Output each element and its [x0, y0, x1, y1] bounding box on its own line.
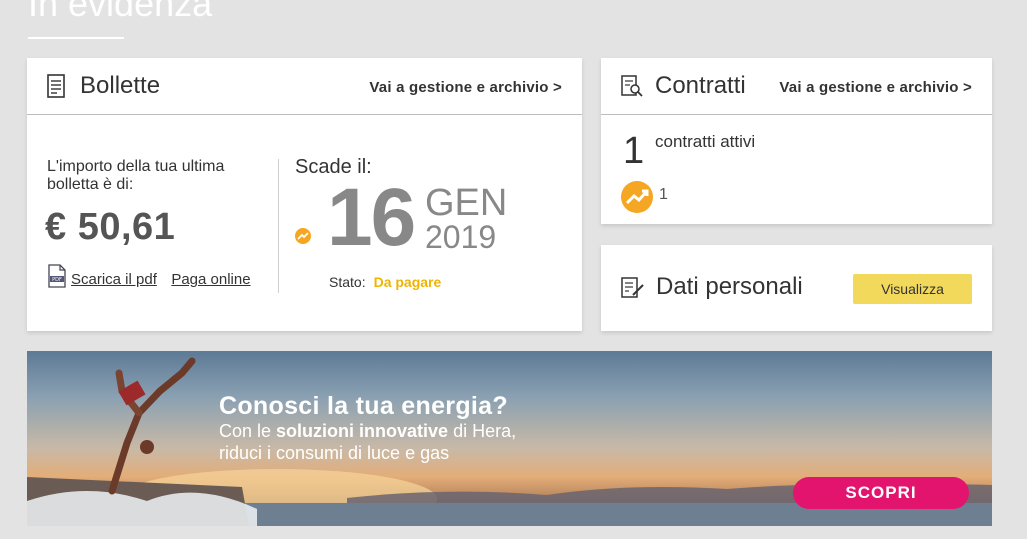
banner-line1-suffix: di Hera,: [448, 421, 517, 441]
banner-line1-prefix: Con le: [219, 421, 277, 441]
download-pdf-link[interactable]: Scarica il pdf: [71, 271, 157, 288]
pdf-icon[interactable]: PDF: [47, 264, 67, 288]
due-year: 2019: [425, 219, 497, 255]
banner-line1: Con le soluzioni innovative di Hera,: [219, 421, 516, 442]
active-contracts-count: 1: [623, 130, 645, 172]
dati-personali-card: Dati personali Visualizza: [601, 245, 992, 331]
page-title: In evidenza: [28, 0, 213, 24]
status-badge: Da pagare: [373, 274, 442, 290]
active-contracts-label: contratti attivi: [655, 132, 756, 151]
dati-personali-title: Dati personali: [656, 273, 803, 300]
status-label: Stato:: [329, 274, 366, 290]
bollette-header: Bollette Vai a gestione e archivio >: [27, 58, 582, 115]
banner-headline: Conosci la tua energia?: [219, 392, 508, 420]
contratti-title: Contratti: [655, 72, 746, 99]
bollette-card: Bollette Vai a gestione e archivio > L'i…: [27, 58, 582, 331]
amount-value: € 50,61: [45, 206, 176, 248]
bollette-archive-link[interactable]: Vai a gestione e archivio >: [369, 79, 562, 96]
contratti-card: Contratti Vai a gestione e archivio > 1 …: [601, 58, 992, 224]
status-row: Stato: Da pagare: [329, 274, 441, 290]
edit-document-icon: [621, 277, 644, 298]
contratti-header: Contratti Vai a gestione e archivio >: [601, 58, 992, 115]
amount-label: L'importo della tua ultima bolletta è di…: [47, 158, 225, 193]
title-underline: [28, 37, 124, 39]
contract-search-icon: [621, 75, 643, 97]
document-icon: [47, 74, 65, 98]
due-day: 16: [327, 172, 416, 263]
promo-banner[interactable]: Conosci la tua energia? Con le soluzioni…: [27, 351, 992, 526]
banner-line2: riduci i consumi di luce e gas: [219, 443, 450, 463]
vertical-divider: [278, 159, 279, 293]
bollette-title: Bollette: [80, 72, 161, 99]
bollette-actions: PDF Scarica il pdf Paga online: [47, 264, 251, 290]
pay-online-link[interactable]: Paga online: [171, 271, 250, 288]
scopri-button[interactable]: SCOPRI: [793, 477, 969, 509]
energy-contracts-count: 1: [659, 186, 668, 203]
energy-trend-icon: [621, 181, 653, 213]
due-month: GEN: [425, 182, 508, 224]
svg-text:PDF: PDF: [52, 277, 62, 283]
banner-line1-bold: soluzioni innovative: [276, 421, 449, 441]
visualizza-button[interactable]: Visualizza: [853, 274, 972, 304]
contratti-archive-link[interactable]: Vai a gestione e archivio >: [779, 79, 972, 96]
energy-status-icon: [295, 228, 311, 244]
